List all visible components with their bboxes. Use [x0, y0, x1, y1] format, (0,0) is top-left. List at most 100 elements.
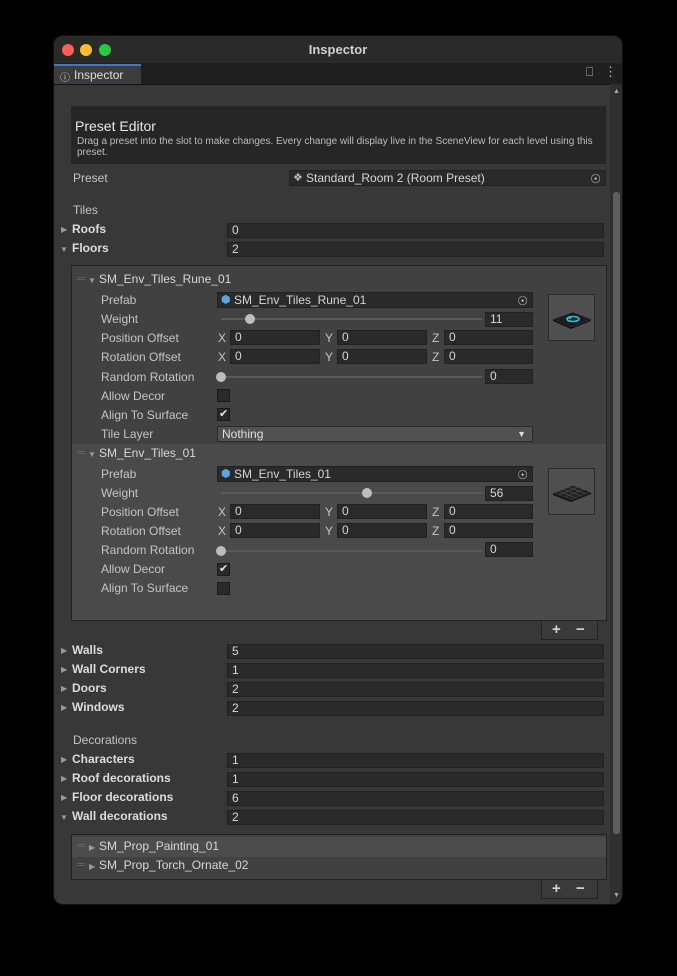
- item-foldout-icon[interactable]: ▼: [88, 276, 96, 285]
- item-foldout-icon[interactable]: ▼: [88, 450, 96, 459]
- floors-count-field[interactable]: 2: [227, 242, 604, 257]
- prefab-field[interactable]: ⬢ SM_Env_Tiles_01 ☉: [217, 466, 533, 482]
- item-foldout-icon[interactable]: ▶: [89, 862, 95, 871]
- tiles-section-label: Tiles: [73, 203, 98, 217]
- roofs-label[interactable]: Roofs: [72, 222, 106, 236]
- floor-decorations-count-field[interactable]: 6: [227, 791, 604, 806]
- rotation-z-field[interactable]: 0: [444, 523, 533, 538]
- lock-icon[interactable]: ⎕: [586, 65, 593, 80]
- walls-foldout-icon[interactable]: ▶: [61, 646, 67, 655]
- roofs-foldout-icon[interactable]: ▶: [61, 225, 67, 234]
- windows-label[interactable]: Windows: [72, 700, 125, 714]
- allow-decor-checkbox[interactable]: [217, 389, 230, 402]
- random-rotation-slider-track[interactable]: [221, 550, 482, 552]
- random-rotation-value-field[interactable]: 0: [485, 369, 533, 384]
- rotation-x-field[interactable]: 0: [230, 523, 320, 538]
- prefab-label: Prefab: [101, 467, 137, 481]
- add-floor-button[interactable]: +: [552, 622, 561, 638]
- wall-decorations-count-field[interactable]: 2: [227, 810, 604, 825]
- tab-inspector[interactable]: ⓘ Inspector: [54, 64, 141, 84]
- more-menu-icon[interactable]: ⋮: [604, 64, 617, 80]
- wall-decoration-item[interactable]: SM_Prop_Painting_01: [99, 839, 219, 853]
- item-foldout-icon[interactable]: ▶: [89, 843, 95, 852]
- position-z-field[interactable]: 0: [444, 504, 533, 519]
- doors-foldout-icon[interactable]: ▶: [61, 684, 67, 693]
- windows-foldout-icon[interactable]: ▶: [61, 703, 67, 712]
- weight-value-field[interactable]: 11: [485, 312, 533, 327]
- align-to-surface-checkbox[interactable]: ✔: [217, 408, 230, 421]
- position-y-field[interactable]: 0: [337, 504, 427, 519]
- preset-field[interactable]: ❖ Standard_Room 2 (Room Preset) ☉: [289, 170, 606, 186]
- floor-decorations-label[interactable]: Floor decorations: [72, 790, 173, 804]
- scroll-down-icon[interactable]: ▼: [613, 892, 620, 899]
- wall-corners-foldout-icon[interactable]: ▶: [61, 665, 67, 674]
- add-wall-decoration-button[interactable]: +: [552, 881, 561, 897]
- object-picker-icon[interactable]: ☉: [590, 172, 601, 186]
- position-x-field[interactable]: 0: [230, 330, 320, 345]
- random-rotation-label: Random Rotation: [101, 370, 195, 384]
- remove-wall-decoration-button[interactable]: −: [576, 881, 585, 897]
- weight-slider-track[interactable]: [221, 318, 482, 320]
- object-picker-icon[interactable]: ☉: [517, 468, 528, 482]
- drag-handle-icon[interactable]: ═: [77, 840, 85, 852]
- rotation-z-field[interactable]: 0: [444, 349, 533, 364]
- z-axis-label: Z: [432, 331, 440, 345]
- align-to-surface-checkbox[interactable]: [217, 582, 230, 595]
- wall-decorations-foldout-icon[interactable]: ▼: [60, 813, 68, 822]
- random-rotation-value-field[interactable]: 0: [485, 542, 533, 557]
- position-x-field[interactable]: 0: [230, 504, 320, 519]
- remove-floor-button[interactable]: −: [576, 622, 585, 638]
- tile-layer-dropdown[interactable]: Nothing ▼: [217, 426, 533, 442]
- checkmark-icon: ✔: [219, 408, 229, 420]
- random-rotation-slider-handle[interactable]: [216, 546, 226, 556]
- prefab-preview-thumbnail: [548, 294, 595, 341]
- position-y-field[interactable]: 0: [337, 330, 427, 345]
- roof-decorations-count-field[interactable]: 1: [227, 772, 604, 787]
- characters-count-field[interactable]: 1: [227, 753, 604, 768]
- window-title: Inspector: [308, 42, 368, 57]
- checkmark-icon: ✔: [219, 563, 229, 575]
- position-z-field[interactable]: 0: [444, 330, 533, 345]
- drag-handle-icon[interactable]: ═: [77, 859, 85, 871]
- roof-decorations-label[interactable]: Roof decorations: [72, 771, 171, 785]
- wall-decoration-item[interactable]: SM_Prop_Torch_Ornate_02: [99, 858, 248, 872]
- scrollbar-thumb[interactable]: [613, 192, 620, 834]
- drag-handle-icon[interactable]: ═: [77, 273, 85, 285]
- wall-decorations-list-footer: [541, 880, 598, 899]
- floor-item-name[interactable]: SM_Env_Tiles_01: [99, 446, 196, 460]
- floors-label[interactable]: Floors: [72, 241, 109, 255]
- doors-count-field[interactable]: 2: [227, 682, 604, 697]
- weight-slider-handle[interactable]: [244, 314, 255, 324]
- walls-count-field[interactable]: 5: [227, 644, 604, 659]
- prefab-field[interactable]: ⬢ SM_Env_Tiles_Rune_01 ☉: [217, 292, 533, 308]
- wall-decorations-label[interactable]: Wall decorations: [72, 809, 168, 823]
- scroll-up-icon[interactable]: ▲: [613, 88, 620, 95]
- weight-value-field[interactable]: 56: [485, 486, 533, 501]
- rotation-y-field[interactable]: 0: [337, 523, 427, 538]
- windows-count-field[interactable]: 2: [227, 701, 604, 716]
- allow-decor-checkbox[interactable]: ✔: [217, 563, 230, 576]
- position-offset-label: Position Offset: [101, 505, 179, 519]
- drag-handle-icon[interactable]: ═: [77, 447, 85, 459]
- x-axis-label: X: [218, 350, 227, 364]
- roofs-count-field[interactable]: 0: [227, 223, 604, 238]
- wall-corners-label[interactable]: Wall Corners: [72, 662, 146, 676]
- random-rotation-slider-handle[interactable]: [216, 372, 226, 382]
- characters-foldout-icon[interactable]: ▶: [61, 755, 67, 764]
- rotation-x-field[interactable]: 0: [230, 349, 320, 364]
- weight-label: Weight: [101, 486, 139, 500]
- roof-decorations-foldout-icon[interactable]: ▶: [61, 774, 67, 783]
- y-axis-label: Y: [325, 350, 334, 364]
- floor-decorations-foldout-icon[interactable]: ▶: [61, 793, 67, 802]
- floors-foldout-icon[interactable]: ▼: [60, 245, 68, 254]
- rotation-y-field[interactable]: 0: [337, 349, 427, 364]
- object-picker-icon[interactable]: ☉: [517, 294, 528, 308]
- characters-label[interactable]: Characters: [72, 752, 135, 766]
- doors-label[interactable]: Doors: [72, 681, 107, 695]
- walls-label[interactable]: Walls: [72, 643, 103, 657]
- random-rotation-slider-track[interactable]: [221, 376, 482, 378]
- rotation-offset-label: Rotation Offset: [101, 524, 181, 538]
- wall-corners-count-field[interactable]: 1: [227, 663, 604, 678]
- weight-slider-track[interactable]: [221, 492, 482, 494]
- floor-item-name[interactable]: SM_Env_Tiles_Rune_01: [99, 272, 231, 286]
